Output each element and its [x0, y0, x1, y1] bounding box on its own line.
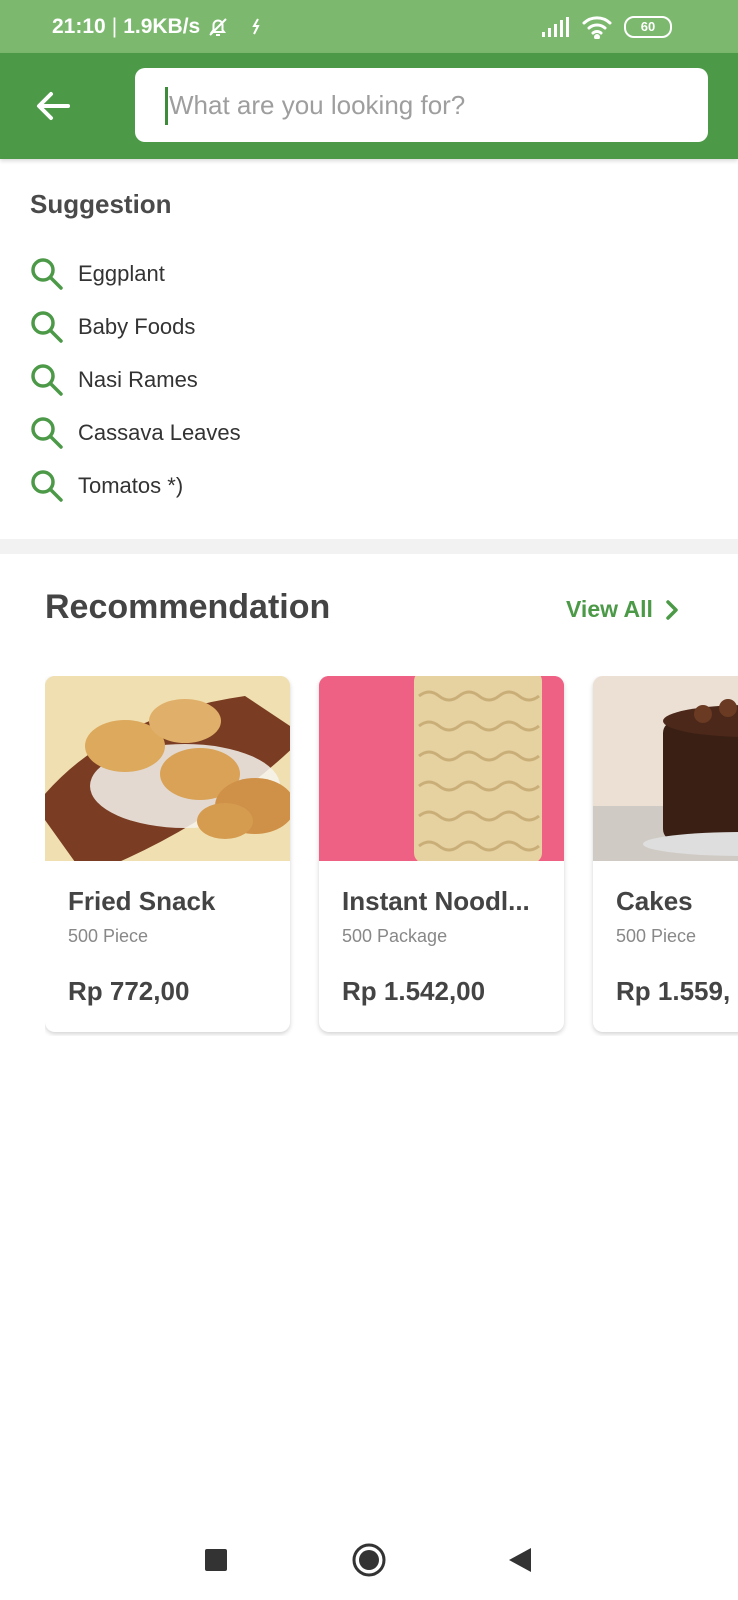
- search-icon: [30, 416, 64, 450]
- status-time: 21:10: [52, 14, 106, 38]
- status-bar: 21:10 | 1.9KB/s 60: [0, 0, 738, 53]
- suggestion-item[interactable]: Cassava Leaves: [30, 406, 241, 459]
- product-card[interactable]: Cakes 500 Piece Rp 1.559,: [593, 676, 738, 1032]
- sync-icon: [248, 16, 264, 38]
- status-separator: |: [111, 14, 118, 38]
- square-icon: [204, 1548, 228, 1572]
- chevron-right-icon: [665, 599, 679, 621]
- recent-apps-button[interactable]: [196, 1540, 236, 1580]
- recommendation-title: Recommendation: [45, 588, 331, 626]
- back-button[interactable]: [30, 83, 76, 129]
- status-right: 60: [542, 0, 672, 53]
- home-button[interactable]: [349, 1540, 389, 1580]
- signal-icon: [542, 16, 570, 37]
- bell-off-icon: [206, 15, 230, 39]
- suggestion-item[interactable]: Baby Foods: [30, 300, 241, 353]
- text-cursor: [165, 87, 168, 125]
- battery-icon: 60: [624, 15, 672, 38]
- suggestion-title: Suggestion: [30, 189, 172, 219]
- product-carousel[interactable]: Fried Snack 500 Piece Rp 772,00 Instant …: [45, 676, 738, 1036]
- arrow-left-icon: [36, 91, 70, 121]
- suggestion-label: Cassava Leaves: [78, 419, 241, 445]
- section-divider: [0, 539, 738, 554]
- view-all-label: View All: [566, 596, 653, 622]
- network-speed: 1.9KB/s: [123, 14, 201, 38]
- search-icon: [30, 469, 64, 503]
- view-all-link[interactable]: View All: [566, 596, 679, 623]
- status-left: 21:10 | 1.9KB/s: [52, 0, 264, 53]
- product-image-cakes: [593, 676, 738, 861]
- product-card[interactable]: Fried Snack 500 Piece Rp 772,00: [45, 676, 290, 1032]
- triangle-left-icon: [507, 1546, 533, 1574]
- product-name: Fried Snack: [68, 886, 216, 916]
- search-input[interactable]: [167, 74, 691, 136]
- product-price: Rp 1.542,00: [342, 976, 486, 1006]
- suggestion-label: Baby Foods: [78, 313, 196, 339]
- battery-level: 60: [640, 19, 656, 34]
- search-icon: [30, 257, 64, 291]
- product-unit: 500 Package: [342, 926, 448, 946]
- wifi-icon: [582, 15, 612, 39]
- product-unit: 500 Piece: [68, 926, 149, 946]
- suggestion-label: Eggplant: [78, 260, 165, 286]
- suggestion-label: Tomatos *): [78, 472, 184, 498]
- suggestion-item[interactable]: Tomatos *): [30, 459, 241, 512]
- suggestion-item[interactable]: Eggplant: [30, 247, 241, 300]
- product-image-fried-snack: [45, 676, 290, 861]
- product-card[interactable]: Instant Noodl... 500 Package Rp 1.542,00: [319, 676, 564, 1032]
- product-price: Rp 772,00: [68, 976, 190, 1006]
- product-name: Instant Noodl...: [342, 886, 530, 916]
- product-image-instant-noodle: [319, 676, 564, 861]
- suggestion-list: Eggplant Baby Foods Nasi Rames Cassava L…: [30, 247, 241, 512]
- suggestion-section: Suggestion Eggplant Baby Foods Nasi Rame…: [0, 159, 738, 539]
- search-icon: [30, 310, 64, 344]
- system-nav-bar: [0, 1520, 738, 1600]
- circle-icon: [351, 1542, 387, 1578]
- search-box[interactable]: [135, 68, 708, 142]
- back-nav-button[interactable]: [500, 1540, 540, 1580]
- suggestion-item[interactable]: Nasi Rames: [30, 353, 241, 406]
- product-unit: 500 Piece: [616, 926, 697, 946]
- product-price: Rp 1.559,: [616, 976, 731, 1006]
- app-bar: [0, 53, 738, 159]
- suggestion-label: Nasi Rames: [78, 366, 198, 392]
- search-icon: [30, 363, 64, 397]
- product-name: Cakes: [616, 886, 693, 916]
